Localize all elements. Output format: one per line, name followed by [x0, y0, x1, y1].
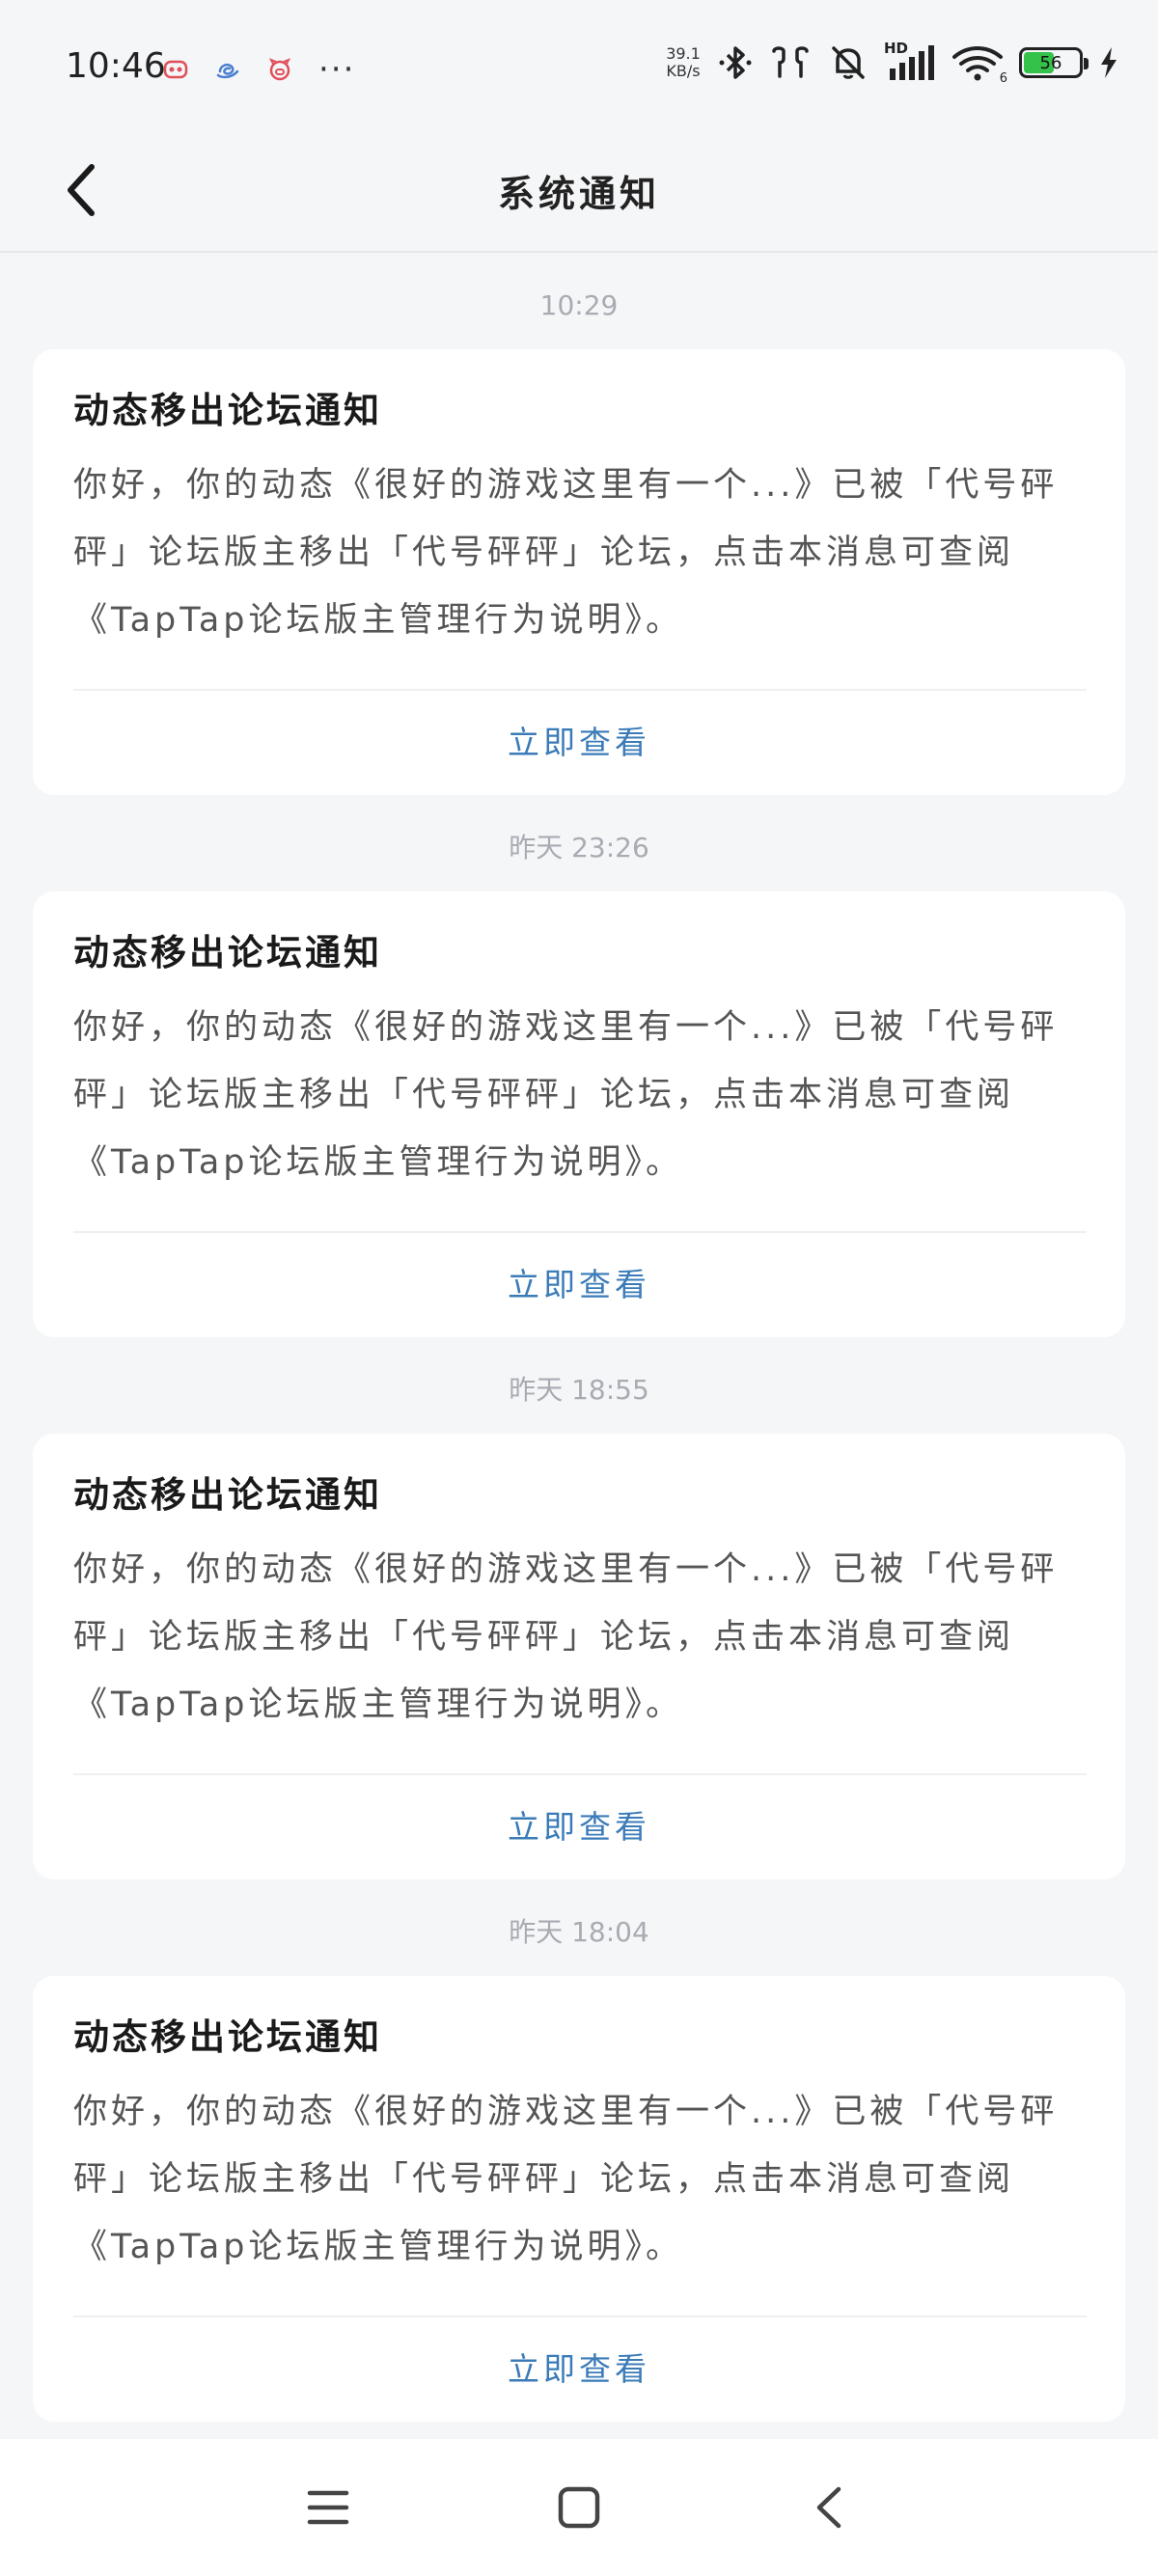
notification-card[interactable]: 动态移出论坛通知 你好，你的动态《很好的游戏这里有一个...》已被「代号砰砰」论…	[33, 1976, 1125, 2422]
app-notification-icon	[163, 60, 188, 79]
status-notification-icons: ···	[162, 50, 355, 89]
system-nav-bar	[0, 2439, 1158, 2576]
earbuds-icon	[772, 46, 809, 78]
network-speed: 39.1 KB/s	[664, 45, 703, 80]
notification-card[interactable]: 动态移出论坛通知 你好，你的动态《很好的游戏这里有一个...》已被「代号砰砰」论…	[33, 1434, 1125, 1879]
charging-bolt-icon	[1101, 47, 1117, 78]
notification-card[interactable]: 动态移出论坛通知 你好，你的动态《很好的游戏这里有一个...》已被「代号砰砰」论…	[33, 349, 1125, 795]
nav-menu-button[interactable]	[294, 2474, 362, 2541]
notification-title: 动态移出论坛通知	[73, 390, 382, 431]
view-now-button[interactable]: 立即查看	[33, 2317, 1125, 2422]
wifi-icon	[952, 46, 1003, 81]
notification-card[interactable]: 动态移出论坛通知 你好，你的动态《很好的游戏这里有一个...》已被「代号砰砰」论…	[33, 891, 1125, 1337]
bluetooth-icon	[719, 46, 752, 79]
nav-home-button[interactable]	[545, 2474, 613, 2541]
network-speed-value: 39.1	[666, 44, 701, 63]
signal-bars-icon	[890, 45, 934, 80]
mute-bell-icon	[832, 46, 865, 79]
battery-indicator: 56	[1019, 47, 1089, 78]
notification-time: 昨天 18:04	[509, 1916, 649, 1948]
app-header: 系统通知	[0, 135, 1158, 253]
wifi-status: 6	[951, 43, 1007, 86]
status-system-icons: 39.1 KB/s HD 6 56	[664, 40, 1119, 86]
notification-title: 动态移出论坛通知	[73, 2016, 382, 2058]
notification-time: 昨天 18:55	[509, 1374, 649, 1406]
network-speed-unit: KB/s	[666, 62, 701, 80]
notification-title: 动态移出论坛通知	[73, 1474, 382, 1516]
notification-time: 10:29	[539, 289, 619, 321]
status-bar: 10:46 ··· 39.1 KB/s HD 6 56	[0, 0, 1158, 135]
nav-back-button[interactable]	[796, 2474, 864, 2541]
notification-body: 你好，你的动态《很好的游戏这里有一个...》已被「代号砰砰」论坛版主移出「代号砰…	[73, 1550, 1059, 1724]
view-now-button[interactable]: 立即查看	[33, 691, 1125, 795]
pig-notification-icon	[268, 58, 291, 81]
swirl-notification-icon	[216, 63, 239, 79]
battery-percent: 56	[1039, 52, 1062, 73]
back-triangle-icon	[816, 2486, 841, 2529]
view-now-button[interactable]: 立即查看	[33, 1775, 1125, 1879]
wifi-label: 6	[999, 71, 1007, 86]
view-now-button[interactable]: 立即查看	[33, 1233, 1125, 1337]
notification-time: 昨天 23:26	[509, 832, 649, 863]
menu-icon	[307, 2490, 349, 2525]
notification-title: 动态移出论坛通知	[73, 932, 382, 973]
notification-body: 你好，你的动态《很好的游戏这里有一个...》已被「代号砰砰」论坛版主移出「代号砰…	[73, 1008, 1059, 1182]
notification-body: 你好，你的动态《很好的游戏这里有一个...》已被「代号砰砰」论坛版主移出「代号砰…	[73, 2093, 1059, 2266]
status-time: 10:46	[66, 46, 166, 86]
page-title: 系统通知	[497, 173, 660, 215]
notification-feed[interactable]: 10:29 动态移出论坛通知 你好，你的动态《很好的游戏这里有一个...》已被「…	[0, 253, 1158, 2439]
more-notifications-icon: ···	[318, 50, 356, 89]
cellular-signal: HD	[884, 40, 936, 82]
home-square-icon	[558, 2486, 600, 2529]
notification-body: 你好，你的动态《很好的游戏这里有一个...》已被「代号砰砰」论坛版主移出「代号砰…	[73, 466, 1059, 640]
